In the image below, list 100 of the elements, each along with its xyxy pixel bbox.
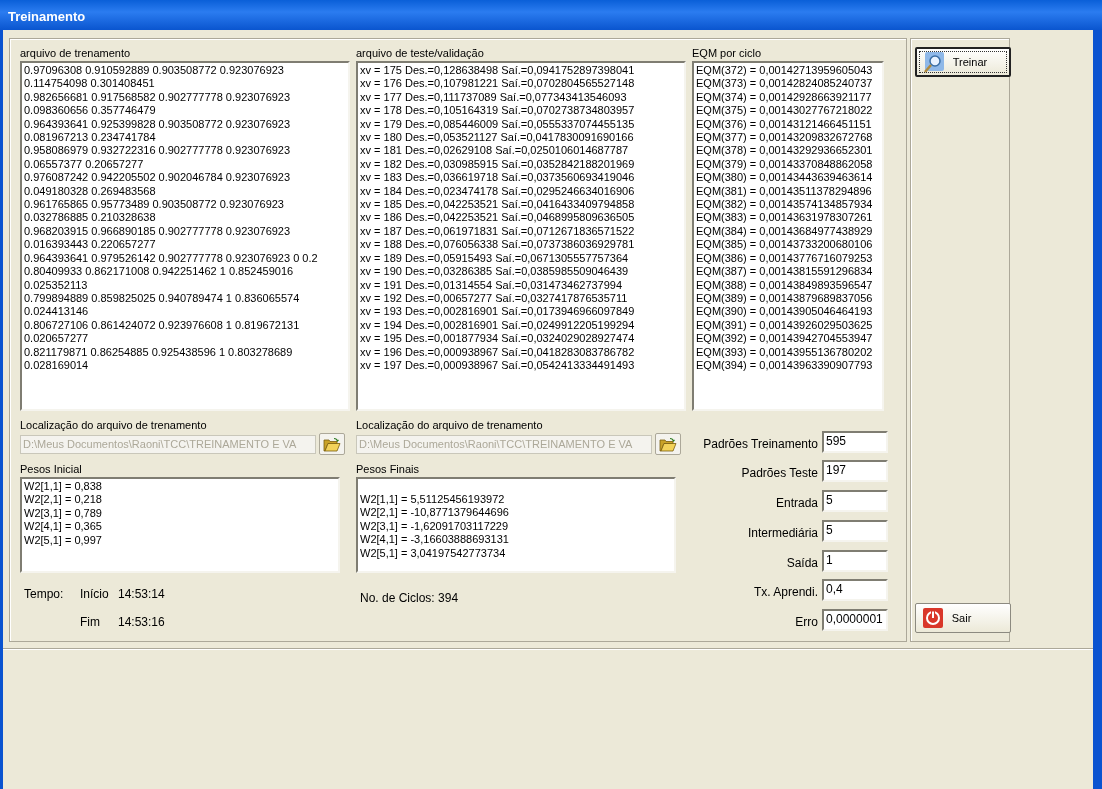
window-title: Treinamento xyxy=(0,0,1102,30)
text-line: 0.982656681 0.917568582 0.902777778 0.923076923 xyxy=(24,90,292,105)
text-area[interactable]: W2[1,1] = 5,51125456193972 W2[2,1] = -10,8771379644696 W2[3,1] = -1,62091703117229 W2[4,1] = -3,16603888693131 W2[5,1] = 3,04197542773734 xyxy=(356,477,676,573)
field-label: Padrões Treinamento xyxy=(702,435,818,453)
text-line: 0.016393443 0.220657277 xyxy=(24,238,157,252)
text-line: xv = 188 Des.=0,076056338 Saí.=0,0737386036929781 xyxy=(360,238,636,252)
input-field[interactable]: 5 xyxy=(822,490,888,513)
panel-label: EQM por ciclo xyxy=(692,46,763,61)
text-line: W2[4,1] = -3,16603888693131 xyxy=(360,533,510,547)
panel-label: arquivo de trenamento xyxy=(20,46,132,61)
text-line: W2[2,1] = -10,8771379644696 xyxy=(360,506,510,520)
text-line: xv = 192 Des.=0,00657277 Saí.=0,0327417876535711 xyxy=(360,291,629,306)
text-line: xv = 175 Des.=0,128638498 Saí.=0,0941752897398041 xyxy=(360,64,636,78)
text-line: EQM(383) = 0,00143631978307261 xyxy=(696,211,874,225)
text-line: xv = 186 Des.=0,042253521 Saí.=0,0468995809636505 xyxy=(360,211,636,225)
text-line: EQM(388) = 0,00143849893596547 xyxy=(696,278,874,292)
field-label: Intermediária xyxy=(746,524,818,542)
text-line: 0.964393641 0.925399828 0.903508772 0.923076923 xyxy=(24,117,292,132)
browse-button[interactable] xyxy=(654,433,681,455)
cycle-count: No. de Ciclos: 394 xyxy=(359,590,460,607)
text-line: EQM(381) = 0,00143511378294896 xyxy=(696,184,873,199)
field-label: Localização do arquivo de trenamento xyxy=(20,418,208,433)
time-label: Tempo: xyxy=(24,586,65,603)
text-area[interactable]: W2[1,1] = 0,838 W2[2,1] = 0,218 W2[3,1] = 0,789 W2[4,1] = 0,365 W2[5,1] = 0,997 xyxy=(20,477,340,573)
text-line: xv = 190 Des.=0,03286385 Saí.=0,0385985509046439 xyxy=(360,265,630,279)
magnifier-icon xyxy=(922,51,945,73)
text-line: EQM(392) = 0,00143942704553947 xyxy=(696,332,874,346)
text-line: xv = 193 Des.=0,002816901 Saí.=0,0173946966097849 xyxy=(360,305,636,319)
text-line: xv = 195 Des.=0,001877934 Saí.=0,0324029028927474 xyxy=(360,332,636,346)
text-line: 0.032786885 0.210328638 xyxy=(24,211,157,225)
field-label: Padrões Teste xyxy=(740,465,818,483)
text-line: xv = 184 Des.=0,023474178 Saí.=0,0295246634016906 xyxy=(360,184,636,199)
start-label: Início xyxy=(80,586,110,603)
end-time: 14:53:16 xyxy=(118,614,166,631)
text-line: 0.114754098 0.301408451 xyxy=(24,77,156,91)
panel-label: Pesos Inicial xyxy=(20,462,83,477)
text-line: 0.025352113 xyxy=(24,278,89,292)
text-line: W2[4,1] = 0,365 xyxy=(24,520,103,534)
text-line: EQM(377) = 0,00143209832672768 xyxy=(696,131,874,145)
input-field[interactable]: 1 xyxy=(822,549,888,572)
text-line: W2[3,1] = 0,789 xyxy=(24,506,103,521)
input-field[interactable]: 0,0000001 xyxy=(822,609,888,631)
text-line: xv = 177 Des.=0,111737089 Saí.=0,077343413546093 xyxy=(360,90,628,105)
text-line: 0.958086979 0.932722316 0.902777778 0.923076923 xyxy=(24,144,292,158)
text-line: EQM(387) = 0,00143815591296834 xyxy=(696,265,874,279)
start-time: 14:53:14 xyxy=(118,586,166,603)
text-line: EQM(372) = 0,00142713959605043 xyxy=(696,64,874,78)
text-line: 0.098360656 0.357746479 xyxy=(24,104,157,118)
text-line: 0.081967213 0.234741784 xyxy=(24,131,157,145)
text-line: W2[1,1] = 5,51125456193972 xyxy=(360,493,506,507)
text-line: EQM(374) = 0,00142928663921177 xyxy=(696,90,873,105)
text-line: 0.961765865 0.95773489 0.903508772 0.923076923 xyxy=(24,198,285,212)
exit-button[interactable]: Sair xyxy=(914,603,1011,633)
text-line: EQM(384) = 0,00143684977438929 xyxy=(696,224,874,239)
field-label: Saída xyxy=(785,554,818,572)
text-line: 0.049180328 0.269483568 xyxy=(24,184,157,199)
text-line: xv = 182 Des.=0,030985915 Saí.=0,0352842188201969 xyxy=(360,157,636,172)
panel-label: Pesos Finais xyxy=(356,462,420,477)
text-line: 0.806727106 0.861424072 0.923976608 1 0.819672131 xyxy=(24,318,301,333)
input-field[interactable]: 197 xyxy=(822,460,888,483)
text-line: W2[5,1] = 3,04197542773734 xyxy=(360,546,507,561)
text-line: 0.968203915 0.966890185 0.902777778 0.923076923 xyxy=(24,224,292,239)
text-line: EQM(386) = 0,00143776716079253 xyxy=(696,251,874,266)
train-button[interactable]: Treinar xyxy=(914,47,1011,77)
text-line: EQM(379) = 0,00143370848862058 xyxy=(696,157,874,172)
text-line: 0.964393641 0.979526142 0.902777778 0.923076923 0 0.2 xyxy=(24,251,319,266)
text-line: xv = 187 Des.=0,061971831 Saí.=0,0712671836571522 xyxy=(360,224,636,239)
text-area[interactable] xyxy=(692,61,884,411)
text-line: EQM(380) = 0,00143443639463614 xyxy=(696,171,874,185)
end-label: Fim xyxy=(80,614,101,631)
text-area[interactable] xyxy=(356,61,686,411)
text-line: 0.024413146 xyxy=(24,305,90,319)
text-line: EQM(389) = 0,00143879689837056 xyxy=(696,291,874,306)
text-line: EQM(373) = 0,00142824085240737 xyxy=(696,77,874,91)
text-line: xv = 189 Des.=0,05915493 Saí.=0,0671305557757364 xyxy=(360,251,630,266)
folder-icon xyxy=(322,436,341,452)
text-line: xv = 181 Des.=0,02629108 Saí.=0,0250106014687787 xyxy=(360,144,630,158)
text-line: xv = 179 Des.=0,085446009 Saí.=0,0555337074455135 xyxy=(360,117,636,132)
input-field[interactable]: 595 xyxy=(822,430,888,453)
text-line: EQM(394) = 0,00143963390907793 xyxy=(696,358,874,373)
text-line: xv = 185 Des.=0,042253521 Saí.=0,0416433409794858 xyxy=(360,198,636,212)
field-label: Erro xyxy=(794,614,818,631)
text-line: W2[5,1] = 0,997 xyxy=(24,533,103,548)
text-line: 0.97096308 0.910592889 0.903508772 0.923076923 xyxy=(24,64,285,78)
text-area[interactable] xyxy=(20,61,350,411)
text-line: 0.80409933 0.862171008 0.942251462 1 0.852459016 xyxy=(24,265,295,279)
text-line: EQM(378) = 0,00143292936652301 xyxy=(696,144,874,158)
text-line: xv = 191 Des.=0,01314554 Saí.=0,031473462737994 xyxy=(360,278,624,292)
text-line: EQM(391) = 0,00143926029503625 xyxy=(696,318,874,333)
panel-label: arquivo de teste/validação xyxy=(356,46,485,61)
field-label: Localização do arquivo de trenamento xyxy=(356,418,544,433)
text-line: 0.821179871 0.86254885 0.925438596 1 0.803278689 xyxy=(24,345,294,359)
text-line: xv = 197 Des.=0,000938967 Saí.=0,0542413334491493 xyxy=(360,358,636,373)
input-field[interactable]: 5 xyxy=(822,519,888,542)
text-line: xv = 183 Des.=0,036619718 Saí.=0,0373560693419046 xyxy=(360,171,636,185)
input-field[interactable]: 0,4 xyxy=(822,579,888,602)
text-line: EQM(382) = 0,00143574134857934 xyxy=(696,198,874,212)
text-line: W2[2,1] = 0,218 xyxy=(24,493,103,507)
browse-button[interactable] xyxy=(318,433,345,455)
text-line: 0.976087242 0.942205502 0.902046784 0.923076923 xyxy=(24,171,292,185)
